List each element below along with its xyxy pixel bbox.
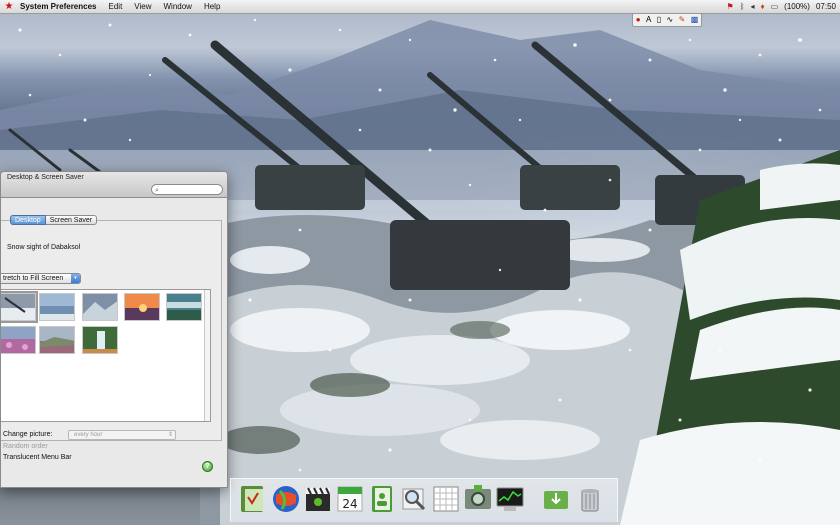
picture-thumbnail[interactable] [166, 293, 202, 321]
menu-window[interactable]: Window [164, 0, 200, 14]
battery-icon[interactable]: ▭ [771, 0, 779, 14]
search-icon: ⌕ [155, 187, 159, 194]
help-button[interactable]: ? [202, 461, 213, 472]
picture-grid-scrollbar[interactable] [204, 290, 210, 421]
dock-item-address-book[interactable] [366, 483, 398, 515]
palette-close-icon[interactable]: ● [636, 14, 641, 26]
flag-icon[interactable]: ⚑ [727, 0, 734, 14]
coast-thumbnail [167, 294, 201, 320]
dock-item-system-preferences[interactable] [462, 483, 494, 515]
window-title: Desktop & Screen Saver [7, 174, 84, 181]
menu-edit[interactable]: Edit [109, 0, 131, 14]
help-book-icon[interactable]: ▩ [691, 14, 699, 26]
calendar-icon: 24 [337, 486, 363, 512]
bluetooth-icon[interactable]: ᛒ [740, 0, 745, 14]
dock-item-activity-monitor[interactable] [494, 483, 526, 515]
dock-item-numbers[interactable] [430, 483, 462, 515]
downloads-folder-icon [544, 491, 568, 509]
tools-icon[interactable]: ✎ [679, 14, 686, 26]
calendar-day: 24 [342, 497, 357, 511]
trash-icon [581, 489, 599, 512]
select-arrows-icon: ▾ [71, 274, 80, 283]
dock-item-preview[interactable] [238, 483, 270, 515]
tab-screen-saver[interactable]: Screen Saver [45, 215, 98, 225]
clip-icon[interactable]: ∿ [667, 14, 674, 26]
preview-icon [241, 486, 263, 512]
random-order-label[interactable]: Random order [3, 443, 48, 450]
waterfall-thumbnail [83, 327, 117, 353]
change-interval-value: every hour [74, 432, 103, 438]
mountain-thumbnail [83, 294, 117, 320]
gear-icon [465, 485, 491, 509]
fire-icon[interactable]: ♦ [761, 0, 765, 14]
dock-item-preview-magnifier[interactable] [398, 483, 430, 515]
book-icon[interactable]: ▯ [657, 14, 661, 26]
fit-mode-value: tretch to Fill Screen [3, 275, 64, 282]
volume-icon[interactable]: ◂ [751, 0, 755, 14]
tab-bar: Desktop Screen Saver [10, 215, 98, 225]
translucent-menu-bar-label[interactable]: Translucent Menu Bar [3, 454, 72, 461]
picture-thumbnail[interactable] [1, 326, 36, 354]
menu-help[interactable]: Help [204, 0, 228, 14]
clapper-icon [306, 487, 330, 511]
picture-thumbnail[interactable] [82, 326, 118, 354]
menu-view[interactable]: View [134, 0, 159, 14]
clock[interactable]: 07:50 [816, 0, 836, 14]
palette-letter[interactable]: A [646, 14, 651, 26]
preferences-window: Desktop & Screen Saver ⌕ Desktop Screen … [0, 171, 228, 488]
apple-menu-icon[interactable]: ★ [0, 0, 18, 14]
picture-grid [1, 289, 211, 422]
flowers-thumbnail [1, 327, 35, 353]
fit-mode-select[interactable]: tretch to Fill Screen ▾ [1, 273, 81, 284]
sunset-thumbnail [125, 294, 159, 320]
picture-thumbnail[interactable] [39, 326, 75, 354]
spreadsheet-icon [433, 486, 459, 512]
battery-percent[interactable]: (100%) [784, 0, 810, 14]
search-field[interactable]: ⌕ [151, 184, 223, 195]
lake-thumbnail [40, 294, 74, 320]
select-arrows-icon: ⇕ [167, 432, 173, 438]
window-titlebar[interactable]: Desktop & Screen Saver ⌕ [1, 172, 227, 198]
change-interval-select[interactable]: every hour ⇕ [68, 430, 176, 440]
picture-thumbnail[interactable] [124, 293, 160, 321]
snow-scene-thumbnail [1, 294, 35, 320]
current-picture-name: Snow sight of Dabaksol [7, 244, 81, 251]
globe-icon [273, 486, 299, 512]
picture-thumbnail[interactable] [82, 293, 118, 321]
address-book-icon [372, 486, 392, 512]
hills-thumbnail [40, 327, 74, 353]
picture-thumbnail[interactable] [39, 293, 75, 321]
dock-item-imovie[interactable] [302, 483, 334, 515]
change-picture-label[interactable]: Change picture: [3, 431, 52, 438]
menu-bar: ★ System Preferences Edit View Window He… [0, 0, 840, 14]
dock-item-ical[interactable]: 24 [334, 483, 366, 515]
magnifier-icon [402, 488, 426, 511]
dock-item-trash[interactable] [574, 483, 606, 515]
app-menu[interactable]: System Preferences [20, 0, 105, 14]
menu-extras: ⚑ ᛒ ◂ ♦ ▭ (100%) 07:50 [727, 0, 840, 14]
input-palette: ● A ▯ ∿ ✎ ▩ [632, 13, 702, 27]
dock-item-browser[interactable] [270, 483, 302, 515]
picture-thumbnail[interactable] [1, 291, 38, 323]
dock-item-downloads[interactable] [540, 483, 572, 515]
tab-desktop[interactable]: Desktop [10, 215, 46, 225]
monitor-icon [496, 487, 524, 511]
